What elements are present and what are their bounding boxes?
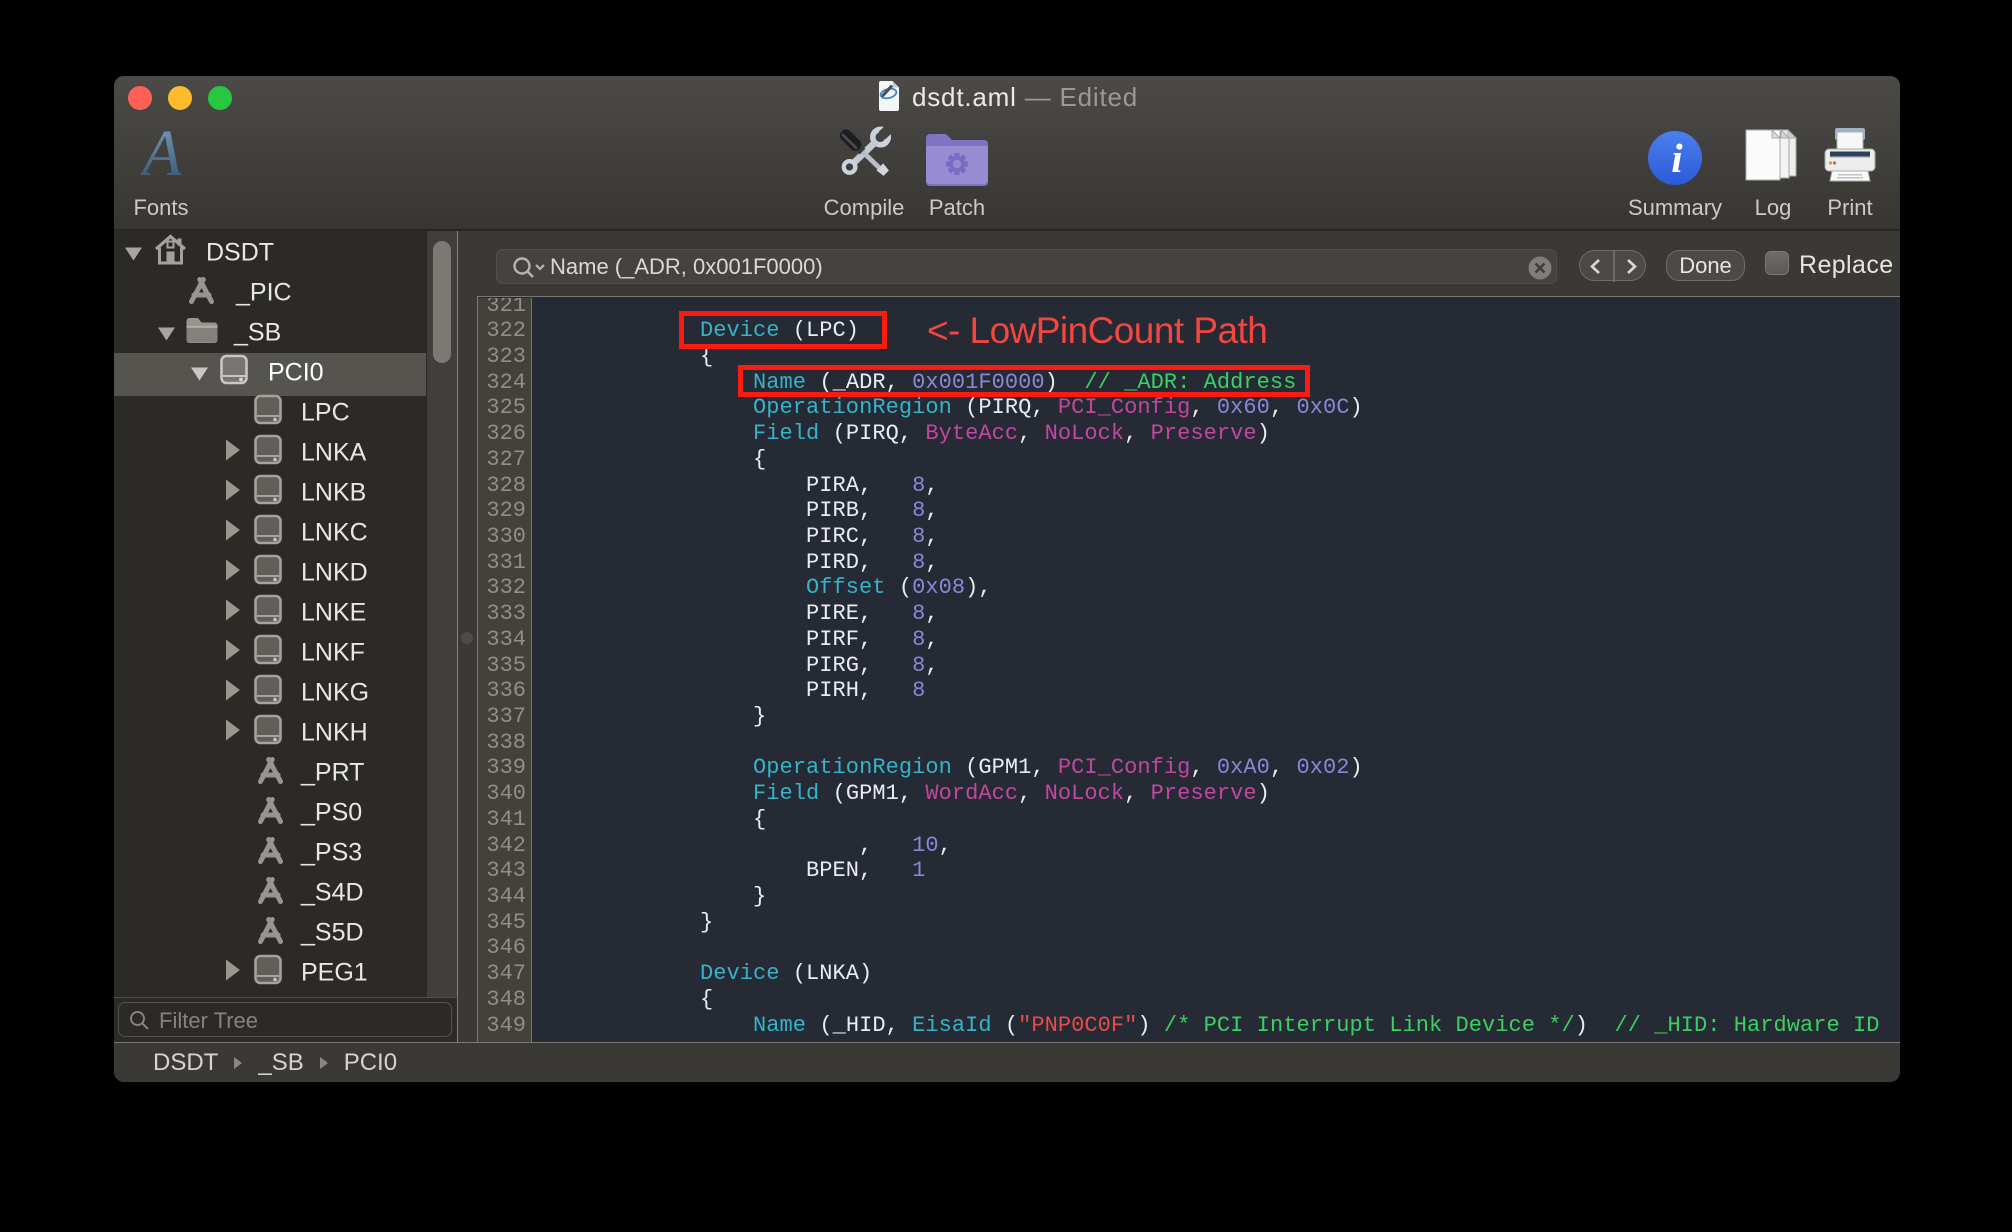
svg-text:A: A bbox=[141, 123, 181, 183]
svg-text:i: i bbox=[1671, 135, 1683, 181]
